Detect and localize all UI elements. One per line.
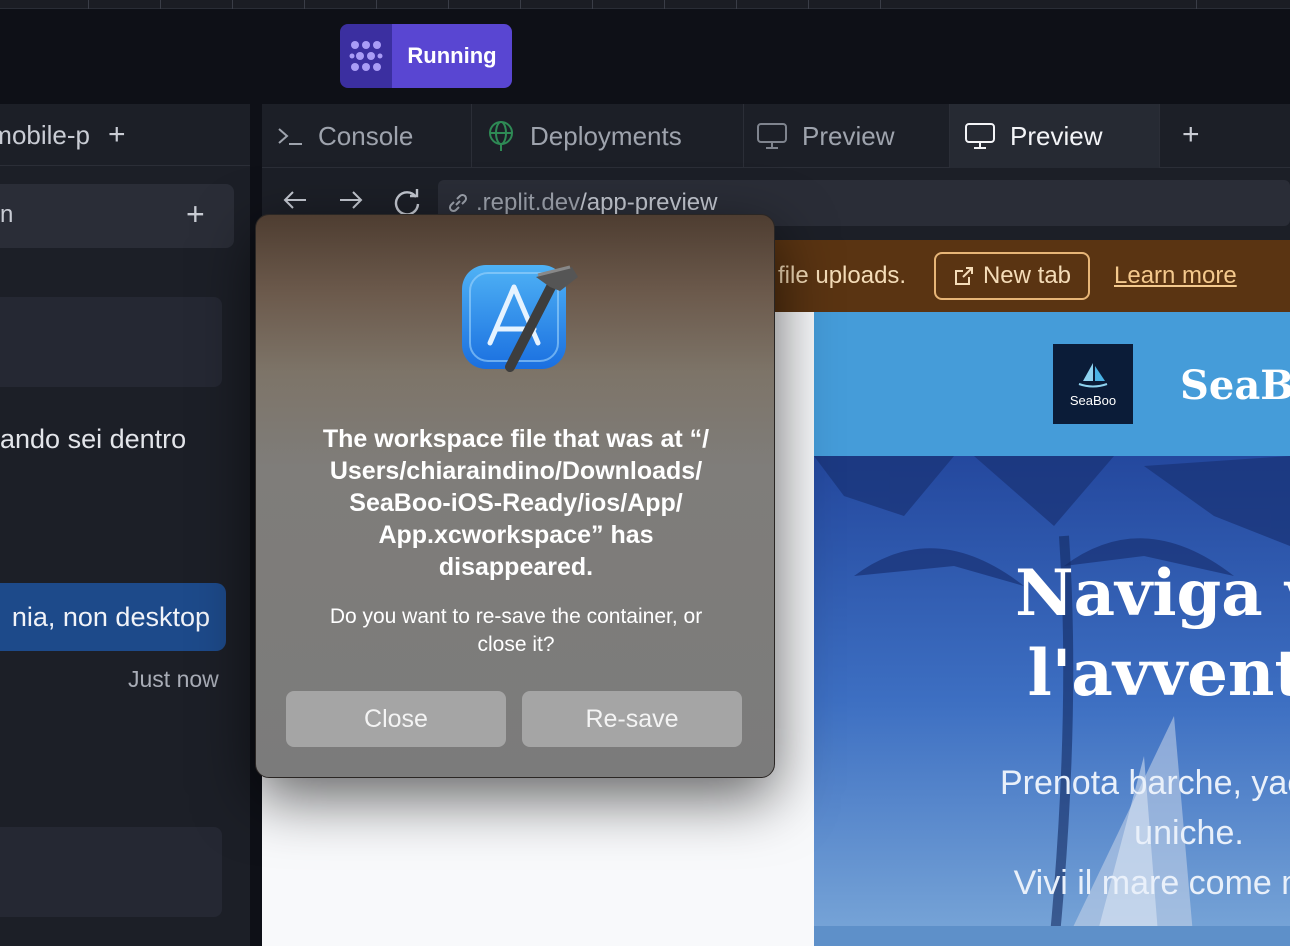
alert-title-line: Users/chiaraindino/Downloads/: [329, 457, 703, 485]
learn-more-link[interactable]: Learn more: [1114, 262, 1237, 290]
alert-title: The workspace file that was at “/ Users/…: [286, 423, 746, 583]
run-button[interactable]: Running: [340, 24, 512, 88]
alert-title-line: App.xcworkspace” has: [378, 521, 654, 549]
xcode-icon: [462, 265, 578, 372]
alert-title-line: The workspace file that was at “/: [322, 425, 710, 453]
website-preview: SeaBoo SeaBo: [814, 312, 1290, 946]
close-button[interactable]: Close: [286, 691, 506, 747]
alert-message-line: Do you want to re-save the container, or: [329, 605, 703, 628]
screen: Running mobile-p + n + ando sei dentro n…: [0, 0, 1290, 946]
tab-mobile-project[interactable]: mobile-p: [0, 104, 90, 166]
external-link-icon: [953, 265, 975, 287]
link-icon: [446, 191, 470, 215]
hero-subtitle-line: Prenota barche, yacht e i: [999, 764, 1290, 802]
message-timestamp: Just now: [128, 666, 219, 692]
run-button-label: Running: [392, 24, 512, 88]
hero-subtitle-line: uniche.: [1134, 814, 1244, 852]
add-tab-icon[interactable]: +: [1182, 118, 1200, 152]
monitor-icon: [756, 122, 788, 150]
banner-text: file uploads.: [778, 262, 907, 289]
url-path: /app-preview: [580, 189, 718, 216]
hero-section: Naviga ve l'avventu Prenota barche, yach…: [814, 456, 1290, 946]
resave-button[interactable]: Re-save: [522, 691, 742, 747]
left-tabbar: mobile-p +: [0, 104, 250, 166]
site-header: SeaBoo SeaBo: [814, 312, 1290, 456]
message-card: [0, 827, 222, 917]
globe-icon: [486, 120, 516, 152]
replit-agent-icon: [340, 24, 392, 88]
hero-subtitle-line: Vivi il mare come mai p: [1013, 864, 1290, 902]
logo-text: SeaBoo: [1069, 392, 1117, 408]
chat-input-text: n: [0, 201, 14, 228]
xcode-alert-dialog: The workspace file that was at “/ Users/…: [255, 214, 775, 778]
monitor-icon: [964, 122, 996, 150]
tab-console[interactable]: Console: [262, 104, 472, 168]
user-message-bubble: nia, non desktop: [0, 583, 226, 651]
window-top-strip: [0, 0, 1290, 9]
workspace-tabbar: Console Deployments Preview Preview +: [262, 104, 1290, 168]
chat-input[interactable]: n +: [0, 184, 234, 248]
hero-title-line: Naviga ve: [1015, 556, 1290, 631]
new-tab-button[interactable]: New tab: [934, 252, 1090, 300]
url-host: .replit.dev: [476, 189, 581, 216]
tab-preview-active[interactable]: Preview: [950, 104, 1160, 168]
tab-preview-label: Preview: [802, 120, 895, 151]
tab-console-label: Console: [318, 120, 414, 151]
hero-title: Naviga ve l'avventu: [814, 554, 1290, 714]
tab-deployments-label: Deployments: [530, 120, 682, 151]
hero-subtitle: Prenota barche, yacht e i uniche. Vivi i…: [814, 758, 1290, 908]
tab-preview-active-label: Preview: [1010, 120, 1103, 151]
agent-message-text: ando sei dentro: [0, 424, 187, 454]
alert-message: Do you want to re-save the container, or…: [286, 603, 746, 659]
terminal-icon: [276, 124, 304, 148]
hero-title-line: l'avventu: [1027, 636, 1290, 711]
alert-title-line: disappeared.: [438, 553, 594, 581]
seaboo-logo[interactable]: SeaBoo: [1053, 344, 1133, 424]
site-brand: SeaBo: [1180, 362, 1290, 409]
message-card: [0, 297, 222, 387]
add-tab-icon[interactable]: +: [108, 118, 126, 152]
tab-deployments[interactable]: Deployments: [472, 104, 744, 168]
sailboat-icon: [1078, 362, 1108, 387]
tab-preview[interactable]: Preview: [744, 104, 950, 168]
alert-title-line: SeaBoo-iOS-Ready/ios/App/: [349, 489, 683, 517]
new-tab-label: New tab: [982, 262, 1072, 289]
agent-chat-panel: mobile-p + n + ando sei dentro nia, non …: [0, 104, 250, 946]
new-chat-icon[interactable]: +: [186, 196, 205, 233]
alert-message-line: close it?: [477, 633, 555, 656]
